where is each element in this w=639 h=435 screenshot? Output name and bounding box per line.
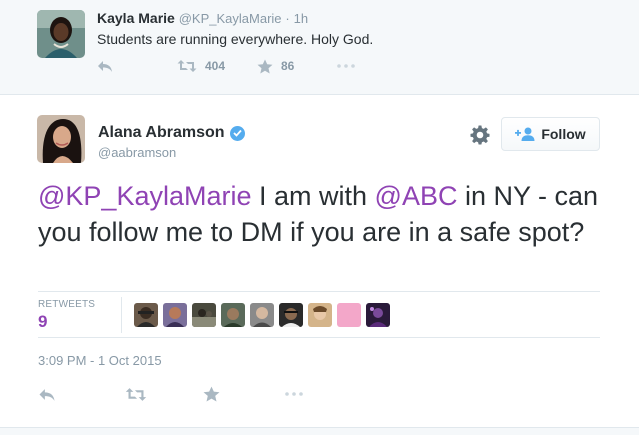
- alana-avatar[interactable]: [37, 115, 85, 163]
- parent-more-button[interactable]: [337, 64, 355, 68]
- author-handle[interactable]: @aabramson: [98, 145, 176, 160]
- verified-badge-icon: [229, 125, 245, 141]
- mention-link-abc[interactable]: @ABC: [375, 181, 458, 211]
- tweet-text-part: I am with: [251, 181, 375, 211]
- gear-icon[interactable]: [470, 125, 490, 145]
- bottom-divider: [0, 427, 639, 435]
- retweeter-avatar[interactable]: [250, 303, 274, 327]
- parent-author-line: Kayla Marie @KP_KaylaMarie · 1h: [97, 10, 308, 26]
- parent-author-handle[interactable]: @KP_KaylaMarie: [179, 11, 282, 26]
- author-name-text: Alana Abramson: [98, 124, 225, 141]
- star-icon: [257, 59, 273, 73]
- parent-retweet-button[interactable]: 404: [177, 59, 257, 73]
- parent-author-name[interactable]: Kayla Marie: [97, 10, 175, 26]
- parent-actions: 404 86: [97, 57, 355, 75]
- retweets-stat[interactable]: RETWEETS 9: [38, 299, 95, 332]
- retweeter-avatar[interactable]: [279, 303, 303, 327]
- retweeter-avatar[interactable]: [163, 303, 187, 327]
- retweeter-avatar[interactable]: [221, 303, 245, 327]
- parent-tweet[interactable]: Kayla Marie @KP_KaylaMarie · 1h Students…: [0, 0, 639, 95]
- add-user-icon: [515, 127, 535, 141]
- parent-reply-button[interactable]: [97, 59, 177, 73]
- more-icon: [337, 64, 355, 68]
- follow-label: Follow: [541, 126, 586, 142]
- retweeter-avatars: [134, 303, 395, 327]
- tweet-text: @KP_KaylaMarie I am with @ABC in NY - ca…: [38, 178, 618, 250]
- retweets-label: RETWEETS: [38, 299, 96, 310]
- reply-icon: [98, 61, 112, 72]
- star-icon: [203, 386, 220, 402]
- mention-link-kaylamarie[interactable]: @KP_KaylaMarie: [38, 181, 252, 211]
- stats-divider: [121, 297, 122, 333]
- parent-favorite-count: 86: [281, 59, 295, 73]
- parent-timestamp[interactable]: 1h: [294, 11, 308, 26]
- retweeter-avatar[interactable]: [192, 303, 216, 327]
- retweeter-avatar[interactable]: [337, 303, 361, 327]
- tweet-stats: RETWEETS 9: [38, 291, 600, 338]
- more-button[interactable]: [285, 392, 303, 396]
- reply-button[interactable]: [38, 387, 125, 402]
- retweeter-avatar[interactable]: [134, 303, 158, 327]
- parent-retweet-count: 404: [205, 59, 226, 73]
- author-name[interactable]: Alana Abramson: [98, 124, 245, 142]
- retweeter-avatar[interactable]: [366, 303, 390, 327]
- parent-separator: ·: [285, 11, 290, 26]
- tweet-actions: [38, 384, 303, 404]
- retweet-button[interactable]: [125, 387, 203, 402]
- kayla-avatar[interactable]: [37, 10, 85, 58]
- favorite-button[interactable]: [203, 386, 285, 402]
- reply-icon: [39, 388, 55, 401]
- tweet-timestamp[interactable]: 3:09 PM - 1 Oct 2015: [38, 353, 162, 368]
- parent-tweet-text: Students are running everywhere. Holy Go…: [97, 31, 374, 47]
- retweet-icon: [177, 60, 197, 72]
- more-icon: [285, 392, 303, 396]
- follow-button[interactable]: Follow: [501, 117, 600, 151]
- retweeter-avatar[interactable]: [308, 303, 332, 327]
- retweets-count: 9: [38, 312, 48, 331]
- parent-favorite-button[interactable]: 86: [257, 59, 337, 74]
- retweet-icon: [125, 387, 147, 401]
